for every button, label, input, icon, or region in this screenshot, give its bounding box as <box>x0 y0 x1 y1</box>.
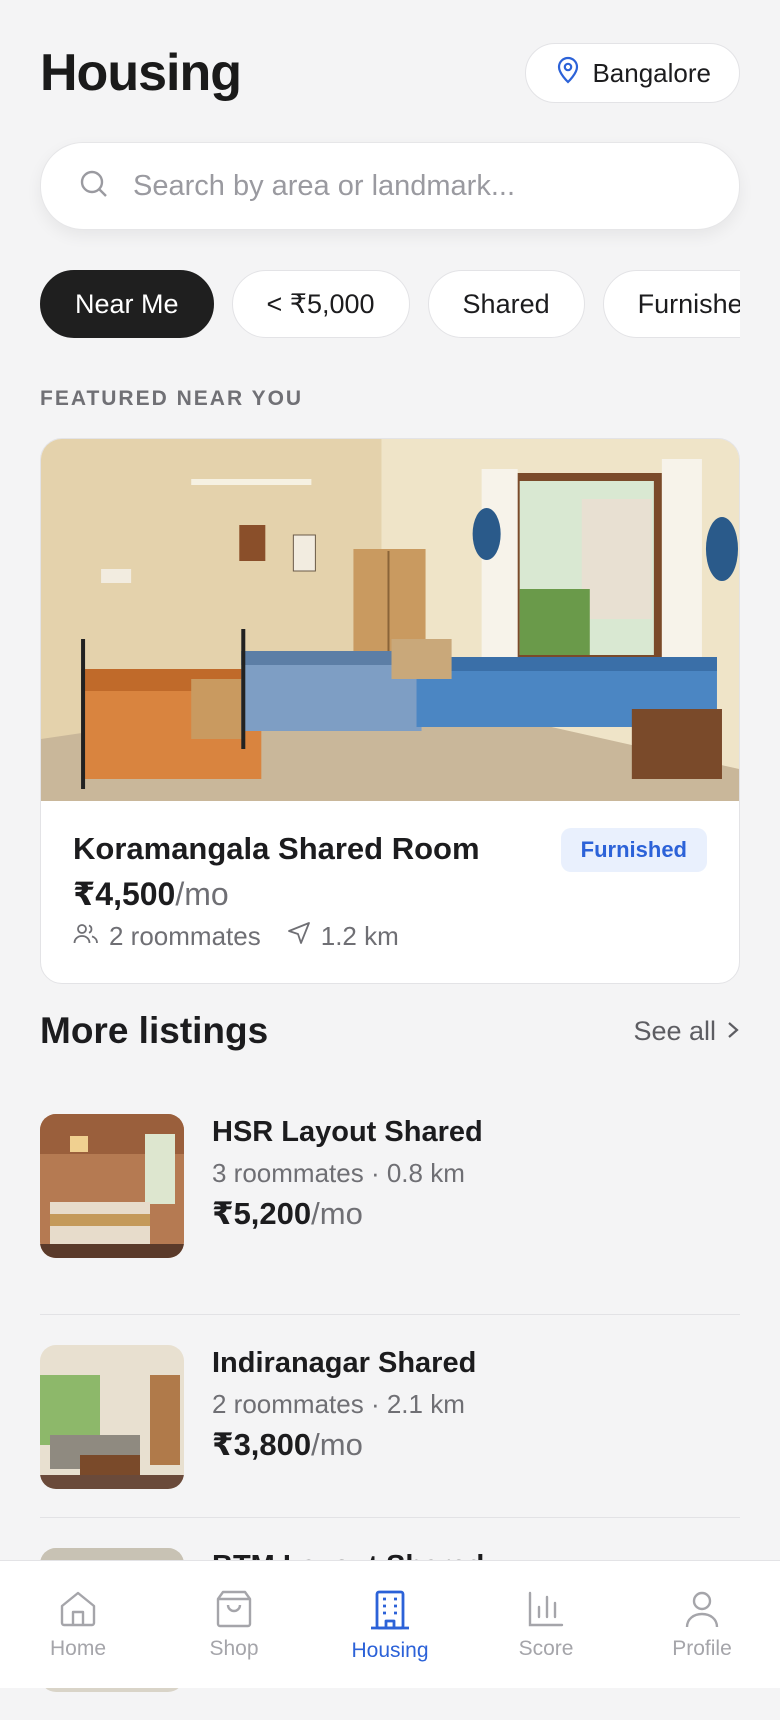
distance-text: 1.2 km <box>320 921 399 951</box>
location-label: Bangalore <box>592 57 711 88</box>
map-pin-icon <box>556 56 580 91</box>
tab-home[interactable]: Home <box>3 1561 153 1661</box>
search-icon <box>79 169 109 204</box>
filter-chip-near-me[interactable]: Near Me <box>40 270 214 338</box>
tab-housing-label: Housing <box>351 1639 429 1662</box>
see-all-link[interactable]: See all <box>633 1016 740 1047</box>
featured-listing-card[interactable]: Koramangala Shared Room Furnished ₹4,500… <box>40 438 740 984</box>
page-title: Housing <box>40 44 242 102</box>
indiranagar-room-thumbnail <box>40 1345 184 1489</box>
location-selector[interactable]: Bangalore <box>525 43 740 103</box>
bar-chart-icon <box>526 1589 566 1629</box>
list-item[interactable]: HSR Layout Shared 3 roommates · 0.8 km ₹… <box>40 1112 740 1315</box>
header: Housing Bangalore <box>40 38 740 108</box>
roommates-info: 2 roommates <box>73 921 261 952</box>
see-all-label: See all <box>633 1016 716 1046</box>
listing-title: Indiranagar Shared <box>212 1347 477 1379</box>
tab-shop[interactable]: Shop <box>159 1561 309 1661</box>
listing-meta: 3 roommates · 0.8 km <box>212 1158 465 1188</box>
users-icon <box>73 921 99 952</box>
more-listings-header: More listings See all <box>40 1010 740 1062</box>
featured-meta: 2 roommates 1.2 km <box>73 921 425 952</box>
featured-title: Koramangala Shared Room <box>73 831 480 866</box>
listing-price-unit: /mo <box>311 1196 363 1231</box>
user-icon <box>682 1589 722 1629</box>
hsr-room-thumbnail <box>40 1114 184 1258</box>
tab-profile-label: Profile <box>672 1637 732 1660</box>
furnished-badge: Furnished <box>560 828 707 872</box>
search-input[interactable] <box>131 168 695 204</box>
tab-housing[interactable]: Housing <box>315 1561 465 1663</box>
listing-price: ₹5,200/mo <box>212 1196 363 1232</box>
chevron-right-icon <box>726 1016 740 1047</box>
navigation-arrow-icon <box>287 921 311 952</box>
featured-price: ₹4,500/mo <box>73 875 229 913</box>
building-icon <box>369 1589 411 1631</box>
featured-room-photo <box>41 439 739 801</box>
listing-meta: 2 roommates · 2.1 km <box>212 1389 465 1419</box>
tab-score-label: Score <box>518 1637 574 1660</box>
filter-chips: Near Me < ₹5,000 Shared Furnished <box>40 270 740 338</box>
bottom-tab-bar: Home Shop Housing Score Profile <box>0 1560 780 1688</box>
featured-price-unit: /mo <box>175 876 229 912</box>
listing-title: HSR Layout Shared <box>212 1116 483 1148</box>
tab-shop-label: Shop <box>209 1637 259 1660</box>
list-item[interactable]: Indiranagar Shared 2 roommates · 2.1 km … <box>40 1315 740 1518</box>
listing-price: ₹3,800/mo <box>212 1427 363 1463</box>
tab-score[interactable]: Score <box>471 1561 621 1661</box>
tab-home-label: Home <box>49 1637 107 1660</box>
roommates-text: 2 roommates <box>109 921 261 951</box>
featured-section-label: FEATURED NEAR YOU <box>40 387 304 410</box>
listing-price-value: ₹3,800 <box>212 1427 312 1462</box>
bag-icon <box>214 1589 254 1629</box>
tab-profile[interactable]: Profile <box>627 1561 777 1661</box>
distance-info: 1.2 km <box>287 921 399 952</box>
listing-price-value: ₹5,200 <box>212 1196 312 1231</box>
filter-chip-furnished[interactable]: Furnished <box>602 270 740 338</box>
filter-chip-shared[interactable]: Shared <box>427 270 585 338</box>
home-icon <box>58 1589 98 1629</box>
listing-price-unit: /mo <box>311 1427 363 1462</box>
search-bar <box>40 142 740 230</box>
featured-price-value: ₹4,500 <box>73 876 176 912</box>
more-listings-title: More listings <box>40 1010 269 1051</box>
filter-chip-under-5000[interactable]: < ₹5,000 <box>231 270 410 338</box>
